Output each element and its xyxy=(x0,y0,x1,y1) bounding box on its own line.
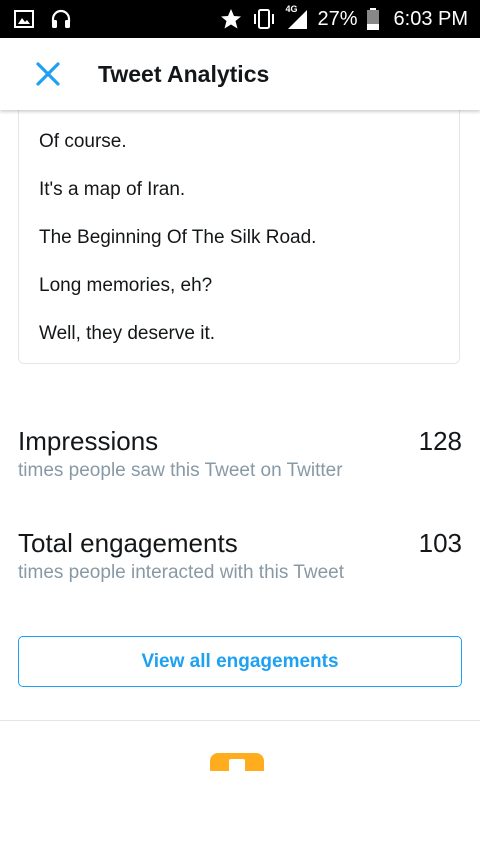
engagements-subtitle: times people interacted with this Tweet xyxy=(18,562,344,583)
battery-percentage: 27% xyxy=(317,7,358,30)
headset-icon xyxy=(50,9,72,29)
impressions-value: 128 xyxy=(418,426,462,456)
status-bar: 4G 27% 6:03 PM xyxy=(0,0,480,38)
battery-icon xyxy=(366,7,380,31)
image-icon xyxy=(14,10,34,28)
tweet-text-line: Long memories, eh? xyxy=(39,275,213,296)
view-all-engagements-button[interactable]: View all engagements xyxy=(18,636,462,687)
app-bar: Tweet Analytics xyxy=(0,38,480,110)
vibrate-icon xyxy=(251,8,277,30)
close-icon xyxy=(36,62,60,86)
tweet-text-line: Well, they deserve it. xyxy=(39,323,216,344)
tweet-text-line: The Beginning Of The Silk Road. xyxy=(39,227,317,248)
engagements-title: Total engagements xyxy=(18,528,238,558)
tweet-card: Of course. It's a map of Iran. The Begin… xyxy=(18,110,460,364)
section-divider xyxy=(0,720,480,721)
star-icon xyxy=(219,7,243,31)
signal-icon: 4G xyxy=(285,4,309,30)
close-button[interactable] xyxy=(18,44,78,104)
tweet-text-line: It's a map of Iran. xyxy=(39,179,186,200)
impressions-title: Impressions xyxy=(18,426,159,456)
engagements-value: 103 xyxy=(418,528,462,558)
clock: 6:03 PM xyxy=(393,7,468,30)
page-title: Tweet Analytics xyxy=(98,60,270,87)
tweet-text-line: Of course. xyxy=(39,131,127,152)
impressions-subtitle: times people saw this Tweet on Twitter xyxy=(18,460,343,481)
analytics-promo-icon xyxy=(210,753,264,771)
network-type-label: 4G xyxy=(285,4,298,14)
